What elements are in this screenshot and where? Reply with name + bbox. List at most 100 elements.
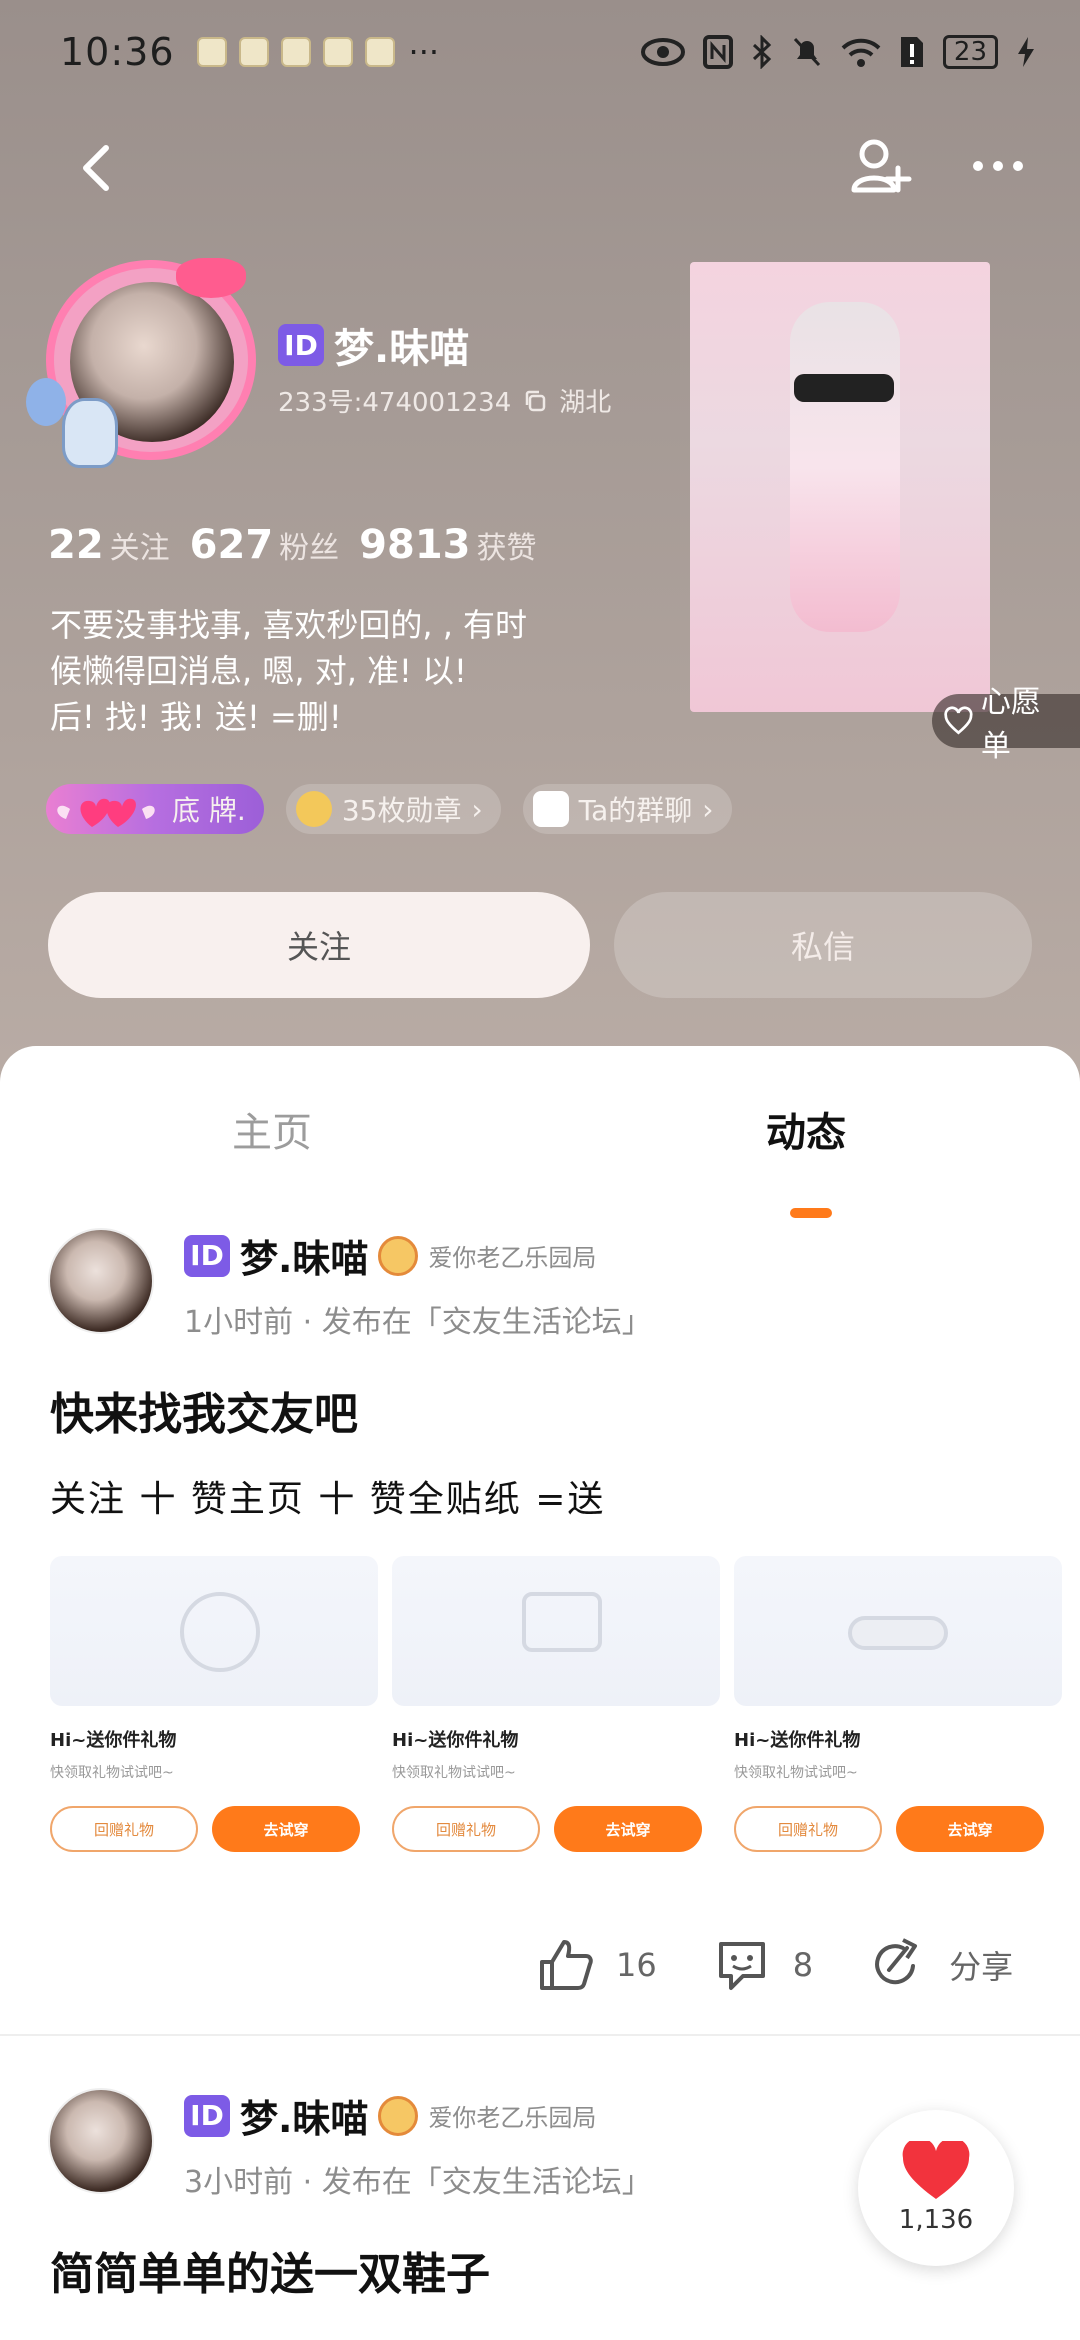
post-author-avatar[interactable]: [48, 1228, 154, 1334]
chevron-right-icon: ›: [471, 792, 483, 826]
gift-image: [50, 1556, 378, 1706]
like-button[interactable]: 16: [536, 1936, 657, 1994]
post-title[interactable]: 快来找我交友吧: [50, 1378, 358, 1442]
outfit-preview[interactable]: [690, 262, 990, 712]
try-on-button[interactable]: 去试穿: [212, 1806, 360, 1852]
gift-actions: 回赠礼物 去试穿: [734, 1806, 1062, 1852]
chat-icon: [532, 791, 569, 827]
id-badge: ID: [184, 1234, 230, 1277]
post-title[interactable]: 简简单单的送一双鞋子: [50, 2238, 490, 2302]
medal-icon: [378, 2095, 419, 2136]
stat-likes[interactable]: 9813 获赞: [359, 522, 536, 568]
post-time[interactable]: 3小时前 · 发布在「交友生活论坛」: [184, 2157, 652, 2201]
balloon-decoration: [26, 378, 66, 426]
post-header: ID 梦.昧喵 爱你老乙乐园局 1小时前 · 发布在「交友生活论坛」: [48, 1228, 652, 1341]
user-id: 233号:474001234: [278, 388, 512, 418]
bio-line: 后! 找! 我! 送! =删!: [50, 698, 342, 736]
heart-icon: [902, 2141, 970, 2199]
back-arrow-icon[interactable]: [70, 138, 130, 198]
sim-alert-icon: [900, 37, 923, 67]
group-chat-chip-label: Ta的群聊: [578, 794, 693, 827]
return-gift-button[interactable]: 回赠礼物: [50, 1806, 198, 1852]
eye-icon: [640, 38, 685, 66]
status-time: 10:36: [60, 30, 175, 74]
wishlist-button[interactable]: 心愿单: [932, 685, 1080, 764]
share-icon: [875, 1938, 918, 1985]
medal-icon: [295, 791, 332, 827]
stat-number: 627: [189, 522, 274, 568]
gift-subtitle: 快领取礼物试试吧~: [392, 1765, 516, 1781]
gift-title: Hi~送你件礼物: [392, 1730, 519, 1751]
gift-card[interactable]: Hi~送你件礼物 快领取礼物试试吧~ 回赠礼物 去试穿: [392, 1556, 720, 1886]
like-fab-count: 1,136: [898, 2205, 974, 2235]
share-button[interactable]: 分享: [869, 1936, 1013, 1994]
heart-outline-icon: [944, 706, 973, 735]
mute-bell-icon: [793, 37, 821, 67]
bio-line: 候懒得回消息, 嗯, 对, 准! 以!: [50, 652, 467, 690]
avatar[interactable]: [26, 258, 258, 468]
stat-label: 获赞: [476, 531, 537, 566]
bunny-decoration: [62, 398, 118, 468]
bluetooth-icon: [752, 35, 772, 69]
stat-label: 关注: [109, 531, 170, 566]
gift-card[interactable]: Hi~送你件礼物 快领取礼物试试吧~ 回赠礼物 去试穿: [50, 1556, 378, 1886]
post-time[interactable]: 1小时前 · 发布在「交友生活论坛」: [184, 1297, 652, 1341]
more-options-icon[interactable]: [966, 134, 1030, 198]
user-name: 梦.昧喵: [334, 326, 470, 372]
message-button[interactable]: 私信: [614, 892, 1032, 998]
wishlist-label: 心愿单: [980, 685, 1041, 764]
user-subinfo: 233号:474001234 湖北: [278, 382, 611, 419]
stat-following[interactable]: 22 关注: [48, 522, 170, 568]
post-author-row: ID 梦.昧喵 爱你老乙乐园局: [184, 2088, 652, 2143]
bow-decoration: [176, 258, 246, 298]
top-bar: [0, 130, 1080, 210]
bone-item: [848, 1616, 948, 1650]
chevron-right-icon: ›: [702, 792, 714, 826]
post-author-name[interactable]: 梦.昧喵: [240, 2088, 368, 2143]
tab-home[interactable]: 主页: [232, 1100, 312, 1158]
stat-label: 粉丝: [279, 531, 340, 566]
thumbs-up-icon: [540, 1940, 593, 1990]
copy-icon[interactable]: [523, 389, 547, 413]
stat-number: 9813: [359, 522, 471, 568]
charging-icon: [1018, 37, 1034, 67]
status-right: 23: [640, 35, 1036, 69]
more-notifications-icon: ···: [408, 33, 440, 71]
gift-card[interactable]: Hi~送你件礼物 快领取礼物试试吧~ 回赠礼物 去试穿: [734, 1556, 1062, 1886]
post-author-name[interactable]: 梦.昧喵: [240, 1228, 368, 1283]
return-gift-button[interactable]: 回赠礼物: [392, 1806, 540, 1852]
like-count: 16: [616, 1946, 657, 1984]
post-author-avatar[interactable]: [48, 2088, 154, 2194]
medals-chip[interactable]: 35枚勋章 ›: [285, 784, 501, 834]
follow-button[interactable]: 关注: [48, 892, 590, 998]
battery-level: 23: [942, 35, 998, 69]
brand-chip[interactable]: 底 牌.: [46, 784, 264, 834]
medal-icon: [378, 1235, 419, 1276]
group-chat-chip[interactable]: Ta的群聊 ›: [522, 784, 732, 834]
app-notification-icon: [322, 37, 353, 67]
comment-button[interactable]: 8: [713, 1936, 813, 1994]
nfc-icon: [702, 35, 733, 69]
post-author-row: ID 梦.昧喵 爱你老乙乐园局: [184, 1228, 652, 1283]
tab-feed[interactable]: 动态: [766, 1100, 846, 1158]
post-meta: ID 梦.昧喵 爱你老乙乐园局 1小时前 · 发布在「交友生活论坛」: [184, 1228, 652, 1341]
add-friend-icon[interactable]: [848, 134, 912, 198]
gift-title: Hi~送你件礼物: [50, 1730, 177, 1751]
stat-number: 22: [48, 522, 104, 568]
app-notification-icon: [280, 37, 311, 67]
profile-chips: 底 牌. 35枚勋章 › Ta的群聊 ›: [46, 784, 732, 834]
like-fab[interactable]: 1,136: [858, 2110, 1014, 2266]
try-on-button[interactable]: 去试穿: [896, 1806, 1044, 1852]
post-body[interactable]: 关注 十 赞主页 十 赞全贴纸 =送: [50, 1470, 605, 1522]
status-bar: 10:36 ··· 23: [60, 22, 1036, 82]
return-gift-button[interactable]: 回赠礼物: [734, 1806, 882, 1852]
medal-label: 爱你老乙乐园局: [428, 1244, 597, 1272]
gift-subtitle: 快领取礼物试试吧~: [734, 1765, 858, 1781]
profile-header: 10:36 ··· 23 ID 梦.昧喵 233号:474001234 湖北 2…: [0, 0, 1080, 1100]
gift-image: [734, 1556, 1062, 1706]
stat-followers[interactable]: 627 粉丝: [190, 522, 340, 568]
try-on-button[interactable]: 去试穿: [554, 1806, 702, 1852]
post-actions: 16 8 分享: [536, 1936, 1069, 1994]
bio: 不要没事找事, 喜欢秒回的, , 有时 候懒得回消息, 嗯, 对, 准! 以! …: [50, 602, 650, 740]
comment-icon: [718, 1942, 765, 1990]
